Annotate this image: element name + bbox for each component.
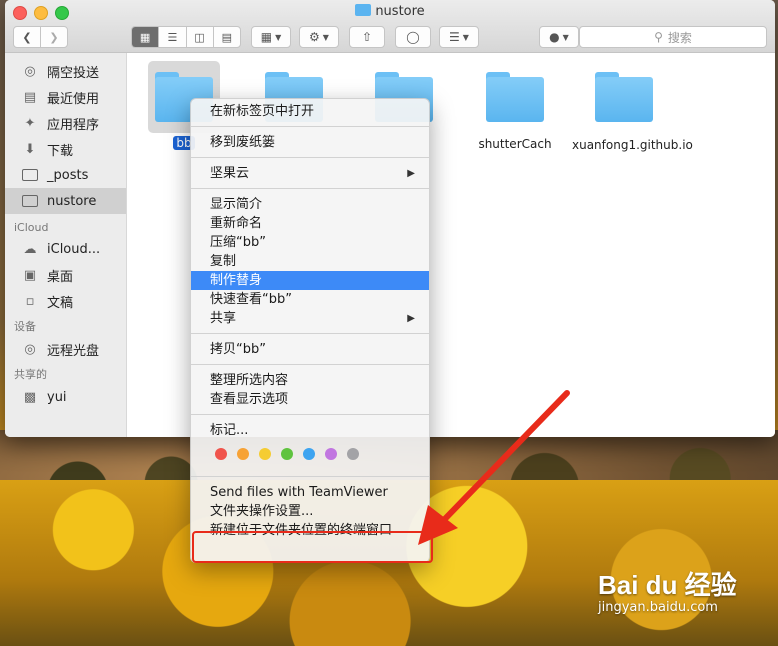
annotation-arrow-icon: [418, 390, 570, 545]
baidu-watermark: Bai du 经验 jingyan.baidu.com: [598, 565, 737, 615]
watermark-url: jingyan.baidu.com: [598, 600, 718, 615]
baidu-logo: Bai du 经验: [598, 570, 737, 600]
